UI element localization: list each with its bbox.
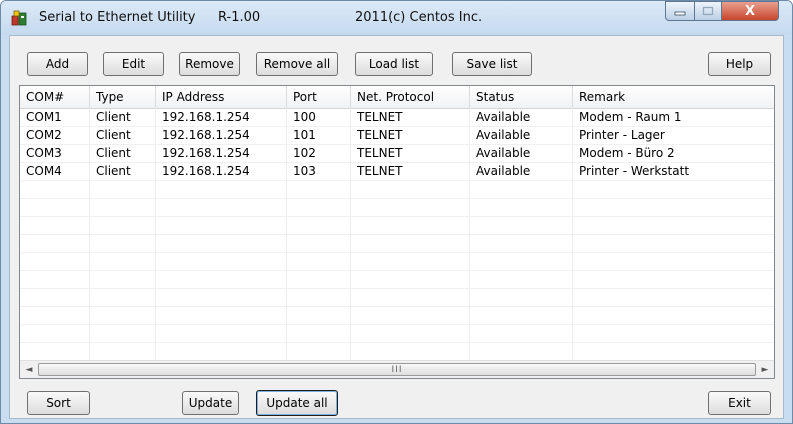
- cell-port: 102: [293, 146, 316, 160]
- column-header-net-protocol[interactable]: Net. Protocol: [351, 86, 470, 108]
- cell-net-protocol: TELNET: [357, 110, 403, 124]
- window-title-app: Serial to Ethernet Utility: [39, 10, 196, 25]
- maximize-button[interactable]: [694, 1, 722, 21]
- minimize-icon: [674, 11, 686, 16]
- table-row[interactable]: COM4 Client 192.168.1.254 103 TELNET Ava…: [20, 162, 774, 180]
- list-rows: COM1 Client 192.168.1.254 100 TELNET Ava…: [20, 108, 774, 360]
- cell-com: COM1: [26, 110, 62, 124]
- cell-status: Available: [476, 128, 531, 142]
- row-line: [20, 342, 774, 343]
- cell-ip-address: 192.168.1.254: [162, 146, 250, 160]
- cell-ip-address: 192.168.1.254: [162, 110, 250, 124]
- scroll-right-button[interactable]: ►: [756, 361, 774, 378]
- cell-status: Available: [476, 146, 531, 160]
- scroll-grip-icon: III: [391, 364, 403, 375]
- cell-com: COM3: [26, 146, 62, 160]
- cell-net-protocol: TELNET: [357, 164, 403, 178]
- column-header-port[interactable]: Port: [287, 86, 351, 108]
- window-title-version: R-1.00: [218, 10, 261, 25]
- cell-port: 100: [293, 110, 316, 124]
- title-bar[interactable]: Serial to Ethernet Utility R-1.00 2011(c…: [1, 1, 792, 35]
- scroll-thumb[interactable]: III: [38, 363, 756, 376]
- remove-all-button[interactable]: Remove all: [256, 52, 338, 76]
- cell-remark: Modem - Büro 2: [579, 146, 675, 160]
- cell-ip-address: 192.168.1.254: [162, 128, 250, 142]
- cell-com: COM4: [26, 164, 62, 178]
- cell-net-protocol: TELNET: [357, 146, 403, 160]
- column-header-ip-address[interactable]: IP Address: [156, 86, 287, 108]
- scroll-left-button[interactable]: ◄: [20, 361, 38, 378]
- add-button[interactable]: Add: [27, 52, 88, 76]
- app-window: Serial to Ethernet Utility R-1.00 2011(c…: [0, 0, 793, 424]
- row-line: [20, 198, 774, 199]
- update-all-button[interactable]: Update all: [256, 390, 338, 416]
- row-line: [20, 270, 774, 271]
- column-header-type[interactable]: Type: [90, 86, 156, 108]
- row-line: [20, 288, 774, 289]
- scroll-left-icon: ◄: [25, 365, 33, 375]
- column-header-status[interactable]: Status: [470, 86, 573, 108]
- cell-type: Client: [96, 164, 131, 178]
- cell-type: Client: [96, 146, 131, 160]
- exit-button[interactable]: Exit: [708, 391, 771, 415]
- table-row[interactable]: COM2 Client 192.168.1.254 101 TELNET Ava…: [20, 126, 774, 144]
- cell-net-protocol: TELNET: [357, 128, 403, 142]
- horizontal-scrollbar[interactable]: ◄ III ►: [20, 360, 774, 378]
- app-icon: [11, 10, 27, 26]
- help-button[interactable]: Help: [708, 52, 771, 76]
- cell-status: Available: [476, 164, 531, 178]
- window-title-copyright: 2011(c) Centos Inc.: [355, 10, 483, 25]
- close-button[interactable]: X: [721, 1, 779, 21]
- cell-port: 103: [293, 164, 316, 178]
- list-header: COM# Type IP Address Port Net. Protocol …: [20, 86, 774, 109]
- close-icon: X: [744, 3, 756, 19]
- row-line: [20, 180, 774, 181]
- column-header-com[interactable]: COM#: [20, 86, 90, 108]
- table-row[interactable]: COM1 Client 192.168.1.254 100 TELNET Ava…: [20, 108, 774, 126]
- table-row[interactable]: COM3 Client 192.168.1.254 102 TELNET Ava…: [20, 144, 774, 162]
- maximize-icon: [702, 6, 714, 16]
- cell-remark: Printer - Werkstatt: [579, 164, 690, 178]
- load-list-button[interactable]: Load list: [355, 52, 433, 76]
- row-line: [20, 216, 774, 217]
- cell-port: 101: [293, 128, 316, 142]
- save-list-button[interactable]: Save list: [452, 52, 532, 76]
- column-header-remark[interactable]: Remark: [573, 86, 774, 108]
- row-line: [20, 234, 774, 235]
- cell-type: Client: [96, 110, 131, 124]
- window-controls: X: [665, 1, 781, 23]
- scroll-right-icon: ►: [761, 365, 769, 375]
- edit-button[interactable]: Edit: [103, 52, 164, 76]
- port-list[interactable]: COM# Type IP Address Port Net. Protocol …: [19, 85, 775, 379]
- remove-button[interactable]: Remove: [179, 52, 240, 76]
- minimize-button[interactable]: [665, 1, 695, 21]
- row-line: [20, 324, 774, 325]
- cell-remark: Printer - Lager: [579, 128, 665, 142]
- row-line: [20, 306, 774, 307]
- cell-type: Client: [96, 128, 131, 142]
- cell-com: COM2: [26, 128, 62, 142]
- cell-status: Available: [476, 110, 531, 124]
- sort-button[interactable]: Sort: [27, 391, 90, 415]
- cell-remark: Modem - Raum 1: [579, 110, 682, 124]
- cell-ip-address: 192.168.1.254: [162, 164, 250, 178]
- row-line: [20, 252, 774, 253]
- update-button[interactable]: Update: [182, 391, 239, 415]
